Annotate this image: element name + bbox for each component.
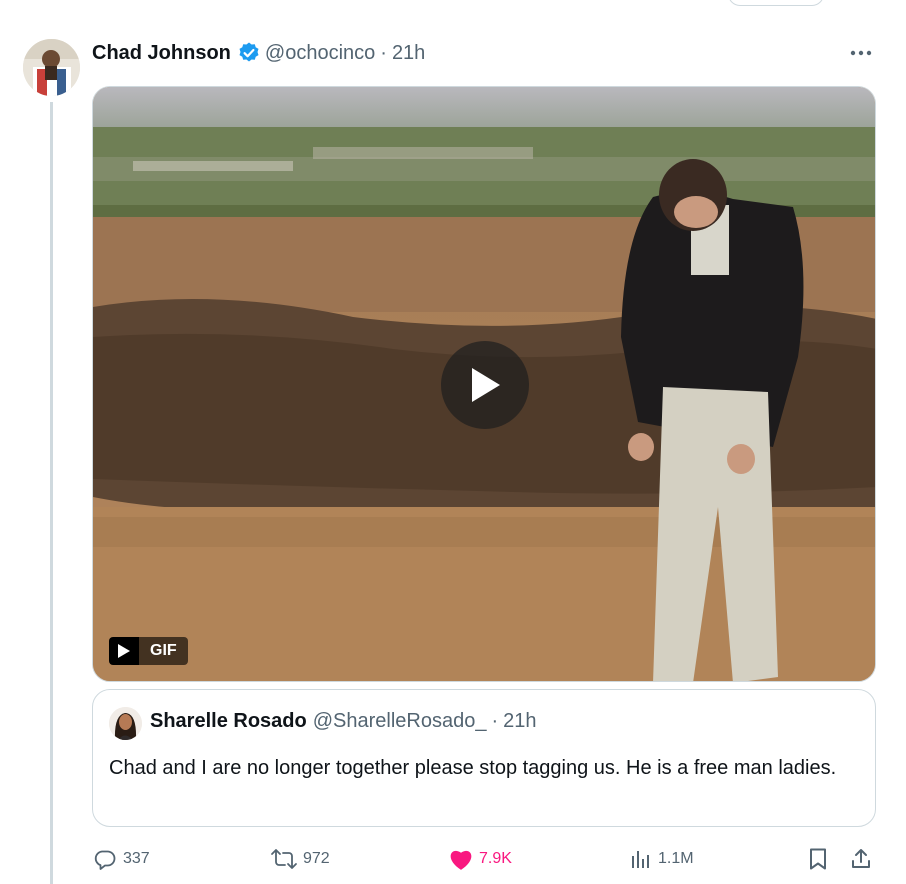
tweet-media-gif[interactable]: GIF xyxy=(92,86,876,682)
quote-timestamp: 21h xyxy=(503,710,537,732)
author-handle[interactable]: @ochocinco xyxy=(265,42,375,65)
reply-button[interactable]: 337 xyxy=(92,846,150,872)
quote-author-avatar xyxy=(109,707,142,740)
bookmark-button[interactable] xyxy=(805,846,831,872)
gif-badge[interactable]: GIF xyxy=(109,637,188,665)
quote-header: Sharelle Rosado @SharelleRosado_ · 21h xyxy=(150,710,537,733)
tweet-header: Chad Johnson @ochocinco · 21h xyxy=(92,40,425,66)
like-count: 7.9K xyxy=(479,850,512,867)
author-avatar[interactable] xyxy=(23,39,80,96)
reply-icon xyxy=(94,850,116,870)
views-chart-icon xyxy=(632,851,649,868)
quoted-tweet[interactable]: Sharelle Rosado @SharelleRosado_ · 21h C… xyxy=(92,689,876,827)
share-icon xyxy=(852,849,870,868)
view-count: 1.1M xyxy=(658,850,694,867)
quote-author-handle: @SharelleRosado_ xyxy=(312,710,487,732)
more-options-button[interactable] xyxy=(846,40,876,66)
share-button[interactable] xyxy=(848,846,874,872)
repost-button[interactable]: 972 xyxy=(270,846,330,872)
bookmark-icon xyxy=(810,848,826,870)
verified-badge-icon[interactable] xyxy=(237,41,261,65)
repost-icon xyxy=(271,849,297,869)
author-name[interactable]: Chad Johnson xyxy=(92,42,231,65)
quote-author-name: Sharelle Rosado xyxy=(150,710,307,732)
quote-separator: · xyxy=(491,710,499,732)
top-pill-button[interactable] xyxy=(728,0,824,6)
like-button[interactable]: 7.9K xyxy=(448,846,512,872)
reply-count: 337 xyxy=(123,850,150,867)
quote-text: Chad and I are no longer together please… xyxy=(109,757,837,779)
views-button[interactable]: 1.1M xyxy=(629,846,694,872)
repost-count: 972 xyxy=(303,850,330,867)
heart-filled-icon xyxy=(450,850,472,870)
tweet-actions: 337 972 7.9K 1.1M xyxy=(92,846,876,872)
play-icon xyxy=(472,368,500,402)
header-separator: · xyxy=(380,41,387,64)
gif-label: GIF xyxy=(139,637,188,665)
play-button[interactable] xyxy=(441,341,529,429)
avatar-photo xyxy=(23,39,80,96)
more-dots-icon xyxy=(850,50,872,56)
gif-play-icon xyxy=(109,637,139,665)
thread-line xyxy=(50,102,53,884)
tweet-timestamp[interactable]: 21h xyxy=(392,42,425,65)
